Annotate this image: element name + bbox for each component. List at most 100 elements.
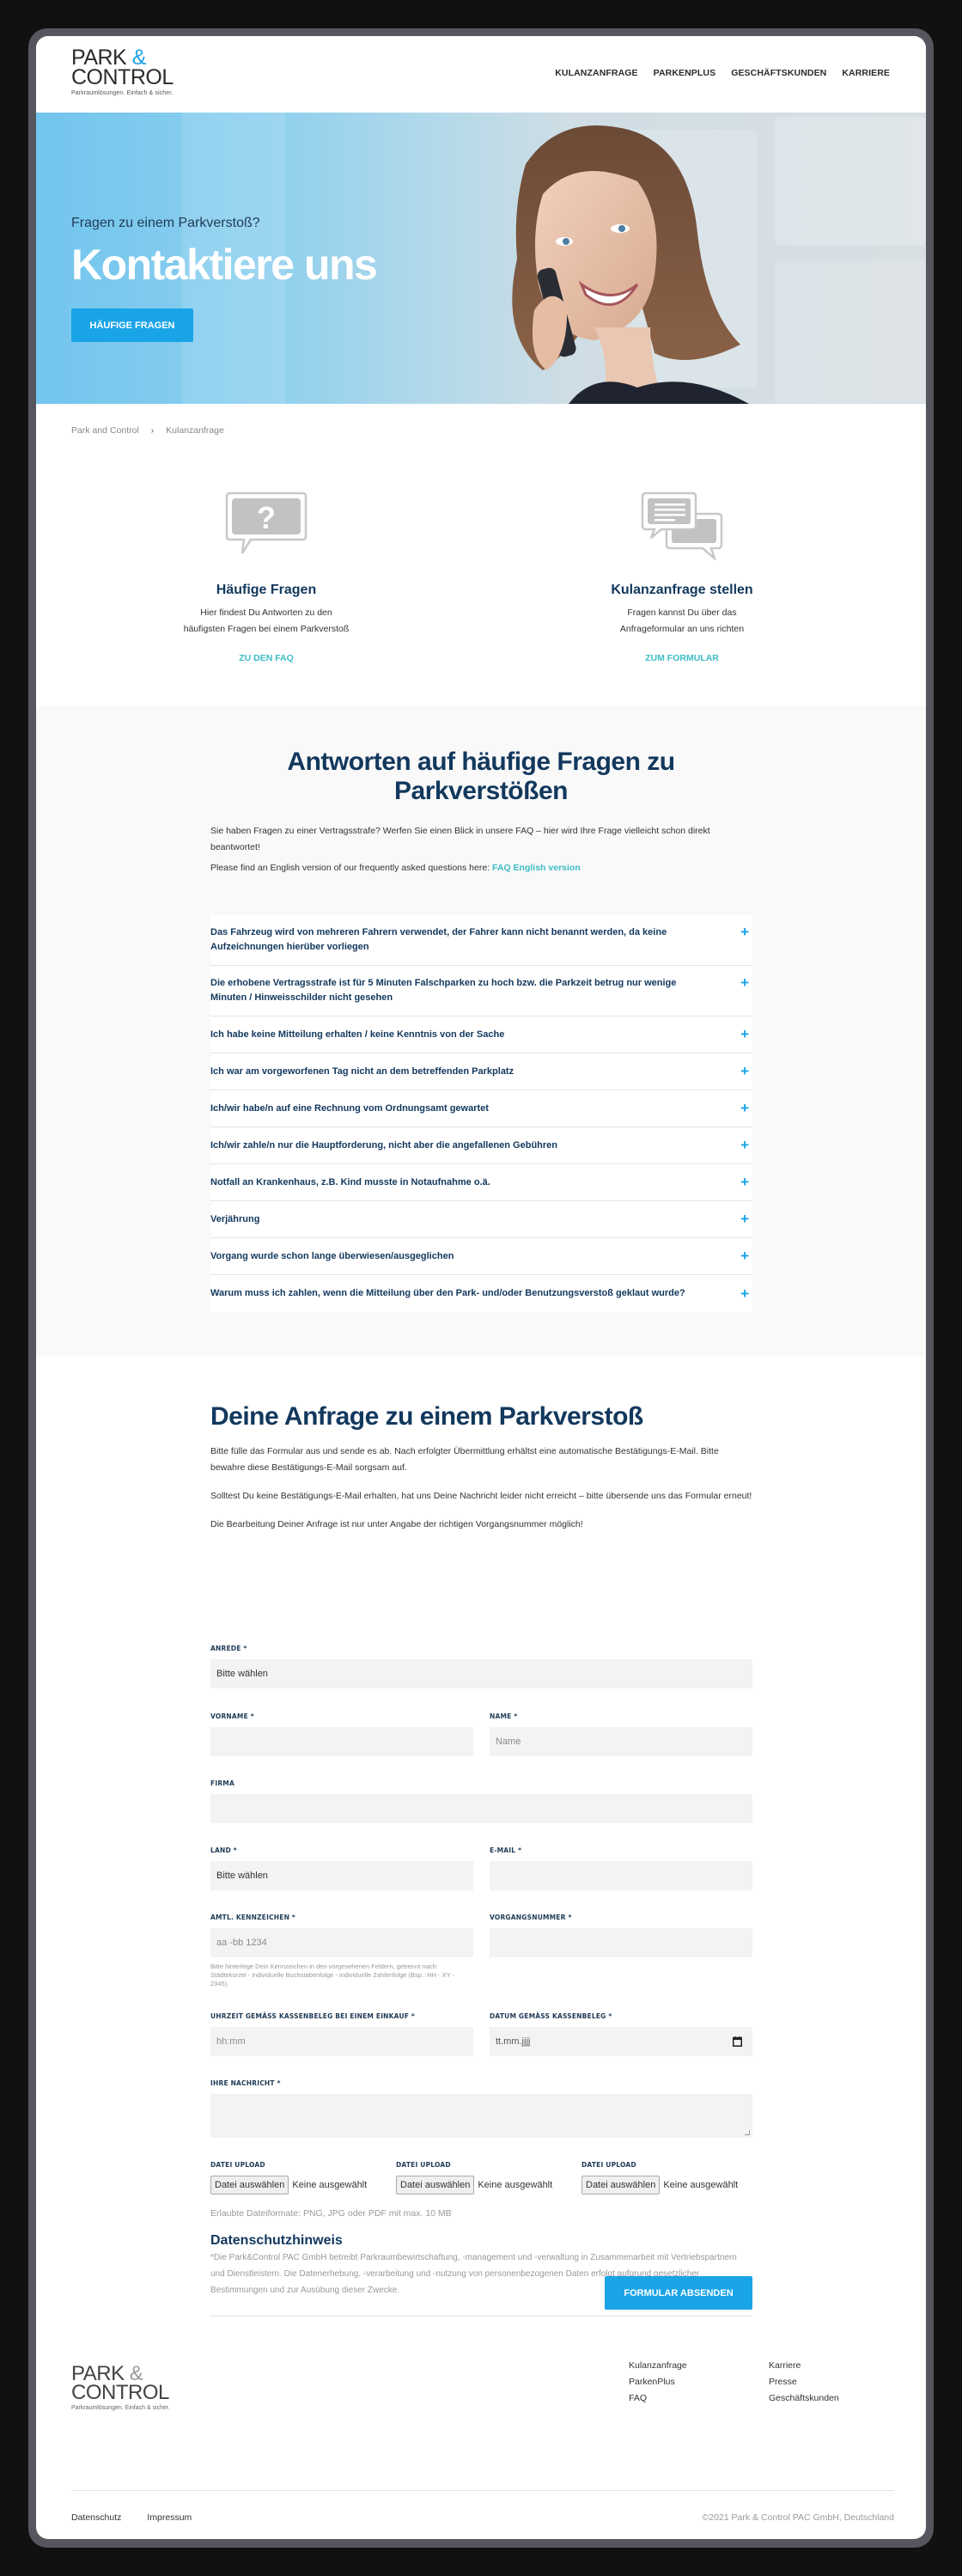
faq-item[interactable]: Die erhobene Vertragsstrafe ist für 5 Mi… (210, 966, 752, 1016)
vorgangsnummer-input[interactable] (490, 1928, 752, 1957)
footer-link-datenschutz[interactable]: Datenschutz (71, 2512, 121, 2523)
faq-question: Die erhobene Vertragsstrafe ist für 5 Mi… (210, 978, 677, 1003)
name-label: NAME * (490, 1712, 518, 1720)
nachricht-field: IHRE NACHRICHT * (210, 2079, 752, 2138)
to-faq-link[interactable]: ZU DEN FAQ (239, 653, 294, 663)
breadcrumb-home[interactable]: Park and Control (71, 425, 139, 436)
chat-bubbles-icon (553, 491, 811, 560)
logo[interactable]: PARK & CONTROL Parkraumlösungen. Einfach… (71, 47, 174, 97)
kennzeichen-field: AMTL. KENNZEICHEN * aa -bb 1234 Bitte hi… (210, 1914, 473, 1988)
firma-input[interactable] (210, 1794, 752, 1823)
faq-item[interactable]: Das Fahrzeug wird von mehreren Fahrern v… (210, 915, 752, 966)
hero-photo-woman-on-phone (512, 125, 749, 404)
footer-divider (71, 2490, 894, 2491)
faq-item[interactable]: Warum muss ich zahlen, wenn die Mitteilu… (210, 1275, 752, 1312)
plus-icon[interactable]: + (740, 1100, 749, 1117)
upload-label: DATEI UPLOAD (581, 2161, 636, 2169)
faq-item[interactable]: Ich habe keine Mitteilung erhalten / kei… (210, 1016, 752, 1053)
faq-english-link[interactable]: FAQ English version (492, 863, 581, 873)
faq-question: Ich/wir zahle/n nur die Hauptforderung, … (210, 1139, 557, 1151)
plus-icon[interactable]: + (740, 1285, 749, 1303)
choose-file-button[interactable]: Datei auswählen (396, 2176, 475, 2194)
footer-logo[interactable]: PARK & CONTROL Parkraumlösungen. Einfach… (71, 2364, 170, 2412)
footer-links-col2: Karriere Presse Geschäftskunden (769, 2359, 839, 2404)
kennzeichen-label: AMTL. KENNZEICHEN * (210, 1914, 295, 1921)
breadcrumb-separator-icon: › (150, 425, 155, 436)
plus-icon[interactable]: + (740, 1211, 749, 1228)
faq-item[interactable]: Notfall an Krankenhaus, z.B. Kind musste… (210, 1164, 752, 1201)
file-status: Keine ausgewählt (478, 2180, 553, 2190)
request-card-text-line2: Anfrageformular an uns richten (619, 624, 745, 634)
footer-link-faq[interactable]: FAQ (629, 2392, 687, 2404)
land-select[interactable]: Bitte wählen (210, 1861, 473, 1890)
plus-icon[interactable]: + (740, 1248, 749, 1265)
footer-link-kulanzanfrage[interactable]: Kulanzanfrage (629, 2359, 687, 2372)
plus-icon[interactable]: + (740, 1137, 749, 1154)
main-nav: KULANZANFRAGE PARKENPLUS GESCHÄFTSKUNDEN… (555, 68, 890, 78)
svg-text:?: ? (257, 500, 276, 535)
upload-label: DATEI UPLOAD (210, 2161, 265, 2169)
privacy-title: Datenschutzhinweis (210, 2233, 343, 2248)
email-input[interactable] (490, 1861, 752, 1890)
file-status: Keine ausgewählt (292, 2180, 368, 2190)
nav-kulanzanfrage[interactable]: KULANZANFRAGE (555, 68, 637, 78)
email-field: E-MAIL * (490, 1847, 752, 1890)
faq-question: Warum muss ich zahlen, wenn die Mitteilu… (210, 1288, 685, 1298)
anrede-select[interactable]: Bitte wählen (210, 1659, 752, 1688)
plus-icon[interactable]: + (740, 1174, 749, 1191)
name-input[interactable]: Name (490, 1727, 752, 1756)
to-form-link[interactable]: ZUM FORMULAR (645, 653, 719, 663)
vorname-label: VORNAME * (210, 1712, 254, 1720)
plus-icon[interactable]: + (740, 1026, 749, 1043)
uhrzeit-input[interactable]: hh:mm (210, 2027, 473, 2056)
page: PARK & CONTROL Parkraumlösungen. Einfach… (36, 36, 926, 2539)
footer-link-karriere[interactable]: Karriere (769, 2359, 839, 2372)
faq-question: Notfall an Krankenhaus, z.B. Kind musste… (210, 1176, 490, 1187)
faq-card-title: Häufige Fragen (216, 583, 317, 597)
land-label: LAND * (210, 1847, 237, 1854)
nav-geschaeftskunden[interactable]: GESCHÄFTSKUNDEN (731, 68, 826, 78)
footer-link-geschaeftskunden[interactable]: Geschäftskunden (769, 2392, 839, 2404)
faq-intro: Sie haben Fragen zu einer Vertragsstrafe… (210, 826, 710, 852)
form-intro-3: Die Bearbeitung Deiner Anfrage ist nur u… (210, 1519, 583, 1529)
kennzeichen-input[interactable]: aa -bb 1234 (210, 1928, 473, 1957)
nav-parkenplus[interactable]: PARKENPLUS (654, 68, 716, 78)
faq-question: Vorgang wurde schon lange überwiesen/aus… (210, 1250, 454, 1261)
upload-field-3: DATEI UPLOAD Datei auswählen Keine ausgew… (581, 2161, 762, 2194)
faq-question: Ich war am vorgeworfenen Tag nicht an de… (210, 1065, 514, 1077)
submit-form-button[interactable]: FORMULAR ABSENDEN (605, 2276, 752, 2310)
choose-file-button[interactable]: Datei auswählen (210, 2176, 289, 2194)
request-card: Kulanzanfrage stellen Fragen kannst Du ü… (553, 491, 811, 665)
upload-field-2: DATEI UPLOAD Datei auswählen Keine ausgew… (396, 2161, 576, 2194)
plus-icon[interactable]: + (740, 974, 749, 992)
nachricht-textarea[interactable] (210, 2094, 752, 2138)
footer-link-parkenplus[interactable]: ParkenPlus (629, 2376, 687, 2388)
faq-section: Antworten auf häufige Fragen zu Parkvers… (36, 706, 926, 1357)
nav-karriere[interactable]: KARRIERE (842, 68, 890, 78)
vorgangsnummer-label: VORGANGSNUMMER * (490, 1914, 572, 1921)
plus-icon[interactable]: + (740, 924, 749, 941)
faq-item[interactable]: Verjährung + (210, 1201, 752, 1238)
faq-item[interactable]: Ich/wir zahle/n nur die Hauptforderung, … (210, 1127, 752, 1164)
allowed-formats-note: Erlaubte Dateiformate: PNG, JPG oder PDF… (210, 2208, 452, 2219)
faq-card-text-line1: Hier findest Du Antworten zu den (200, 607, 332, 618)
copyright: ©2021 Park & Control PAC GmbH, Deutschla… (702, 2512, 894, 2523)
datum-label: DATUM GEMÄSS KASSENBELEG * (490, 2012, 612, 2020)
footer-link-presse[interactable]: Presse (769, 2376, 839, 2388)
anrede-label: ANREDE * (210, 1645, 247, 1652)
faq-item[interactable]: Ich/wir habe/n auf eine Rechnung vom Ord… (210, 1090, 752, 1127)
upload-label: DATEI UPLOAD (396, 2161, 451, 2169)
footer-link-impressum[interactable]: Impressum (147, 2512, 192, 2523)
calendar-icon[interactable] (733, 2036, 742, 2047)
choose-file-button[interactable]: Datei auswählen (581, 2176, 661, 2194)
vorname-input[interactable] (210, 1727, 473, 1756)
faq-item[interactable]: Vorgang wurde schon lange überwiesen/aus… (210, 1238, 752, 1275)
footer-logo-control: CONTROL (71, 2381, 169, 2404)
faq-hero-button[interactable]: HÄUFIGE FRAGEN (71, 308, 193, 342)
plus-icon[interactable]: + (740, 1063, 749, 1080)
datum-input[interactable]: tt.mm.jjjj (490, 2027, 752, 2056)
logo-tagline: Parkraumlösungen. Einfach & sicher. (71, 90, 174, 96)
uhrzeit-label: UHRZEIT GEMÄSS KASSENBELEG BEI EINEM EIN… (210, 2012, 415, 2020)
faq-english-prefix: Please find an English version of our fr… (210, 863, 493, 873)
faq-item[interactable]: Ich war am vorgeworfenen Tag nicht an de… (210, 1053, 752, 1090)
